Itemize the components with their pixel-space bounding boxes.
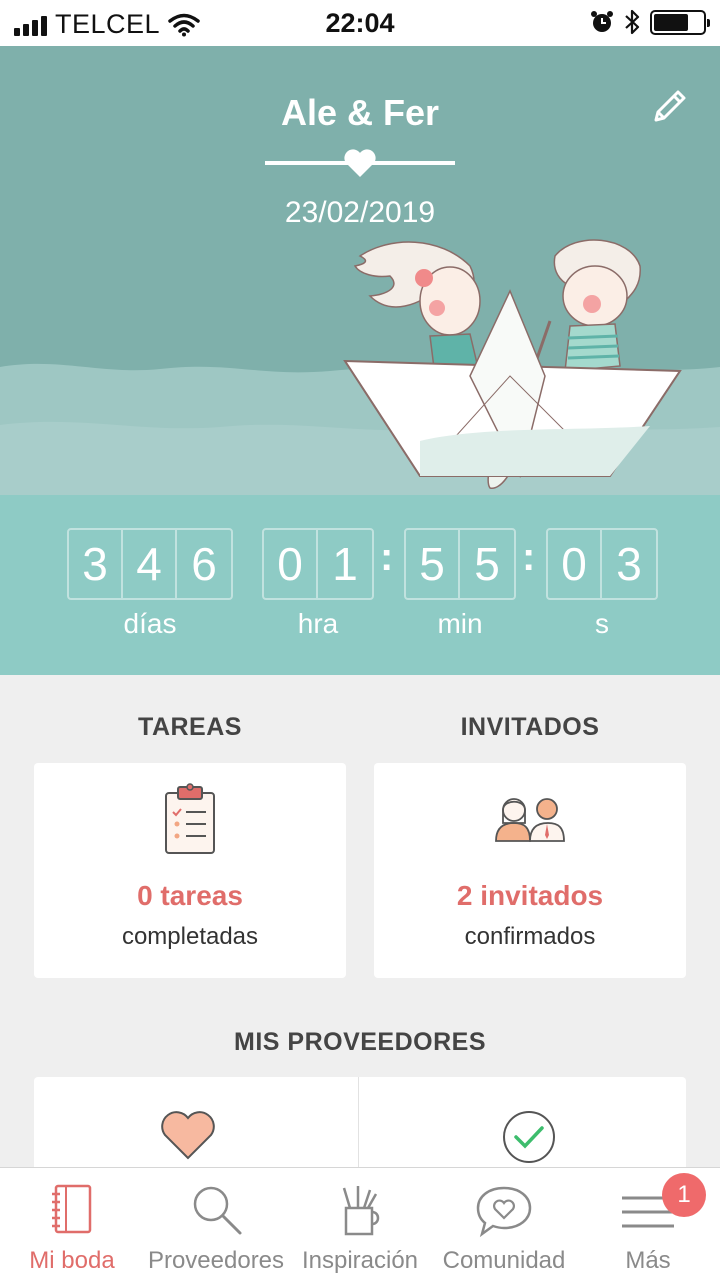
seconds-counter: 0 3 [546,528,658,600]
providers-card [34,1077,686,1177]
digit: 6 [191,538,217,590]
tasks-card[interactable]: 0 tareas completadas [34,763,346,978]
tasks-caption: completadas [121,923,259,950]
guests-count: 2 invitados [456,880,604,911]
paper-boat-couple-illustration [343,239,682,489]
pencil-cup-icon [342,1186,380,1236]
providers-heading: MIS PROVEEDORES [234,1028,486,1056]
tasks-heading: TAREAS [138,713,242,741]
digit: 1 [332,538,358,590]
providers-divider [358,1077,359,1177]
minutes-counter: 5 5 [404,528,516,600]
tab-comunidad[interactable]: Comunidad [432,1168,576,1277]
digit: 3 [616,538,642,590]
digit: 0 [264,530,318,598]
notification-badge: 1 [662,1173,706,1217]
guests-couple-icon [495,798,565,842]
tab-label: Mi boda [29,1247,115,1274]
hired-providers-check-icon[interactable] [500,1108,558,1166]
digit: 0 [548,530,602,598]
guests-card[interactable]: 2 invitados confirmados [374,763,686,978]
wedding-date: 23/02/2019 [284,196,436,229]
days-label: días [123,608,177,639]
digit: 5 [406,530,460,598]
notebook-icon [52,1184,92,1234]
tab-label: Inspiración [301,1247,419,1274]
tab-mi-boda[interactable]: Mi boda [0,1168,144,1277]
bluetooth-icon [625,9,640,35]
hero-banner: Ale & Fer 23/02/2019 [0,46,720,495]
time-separator: : [380,535,394,579]
guests-caption: confirmados [464,923,596,950]
countdown-timer: 3 4 6 0 1 : 5 5 : 0 3 días hra min s [0,495,720,675]
edit-pencil-icon[interactable] [648,86,690,128]
hours-counter: 0 1 [262,528,374,600]
tab-label: Comunidad [442,1247,566,1274]
heart-icon [344,149,376,177]
bottom-tab-bar: Mi boda Proveedores Inspiración Comunida… [0,1167,720,1277]
days-counter: 3 4 6 [67,528,233,600]
digit: 5 [474,538,500,590]
guests-heading: INVITADOS [460,713,600,741]
search-icon [193,1186,242,1235]
chat-heart-icon [476,1186,532,1238]
seconds-label: s [595,608,609,639]
digit: 3 [69,530,123,598]
tab-label: Proveedores [147,1247,285,1274]
time-separator: : [522,535,536,579]
minutes-label: min [437,608,483,639]
hours-label: hra [297,608,339,639]
status-bar: TELCEL 22:04 [0,0,720,46]
digit: 4 [123,530,177,598]
clipboard-checklist-icon [165,783,215,854]
battery-icon [650,9,710,35]
tab-inspiracion[interactable]: Inspiración [288,1168,432,1277]
tab-label: Más [625,1247,671,1274]
favorite-providers-heart-icon[interactable] [159,1110,217,1162]
tasks-count: 0 tareas [137,880,243,911]
alarm-icon [591,11,613,32]
couple-names: Ale & Fer [280,92,440,133]
tab-proveedores[interactable]: Proveedores [144,1168,288,1277]
